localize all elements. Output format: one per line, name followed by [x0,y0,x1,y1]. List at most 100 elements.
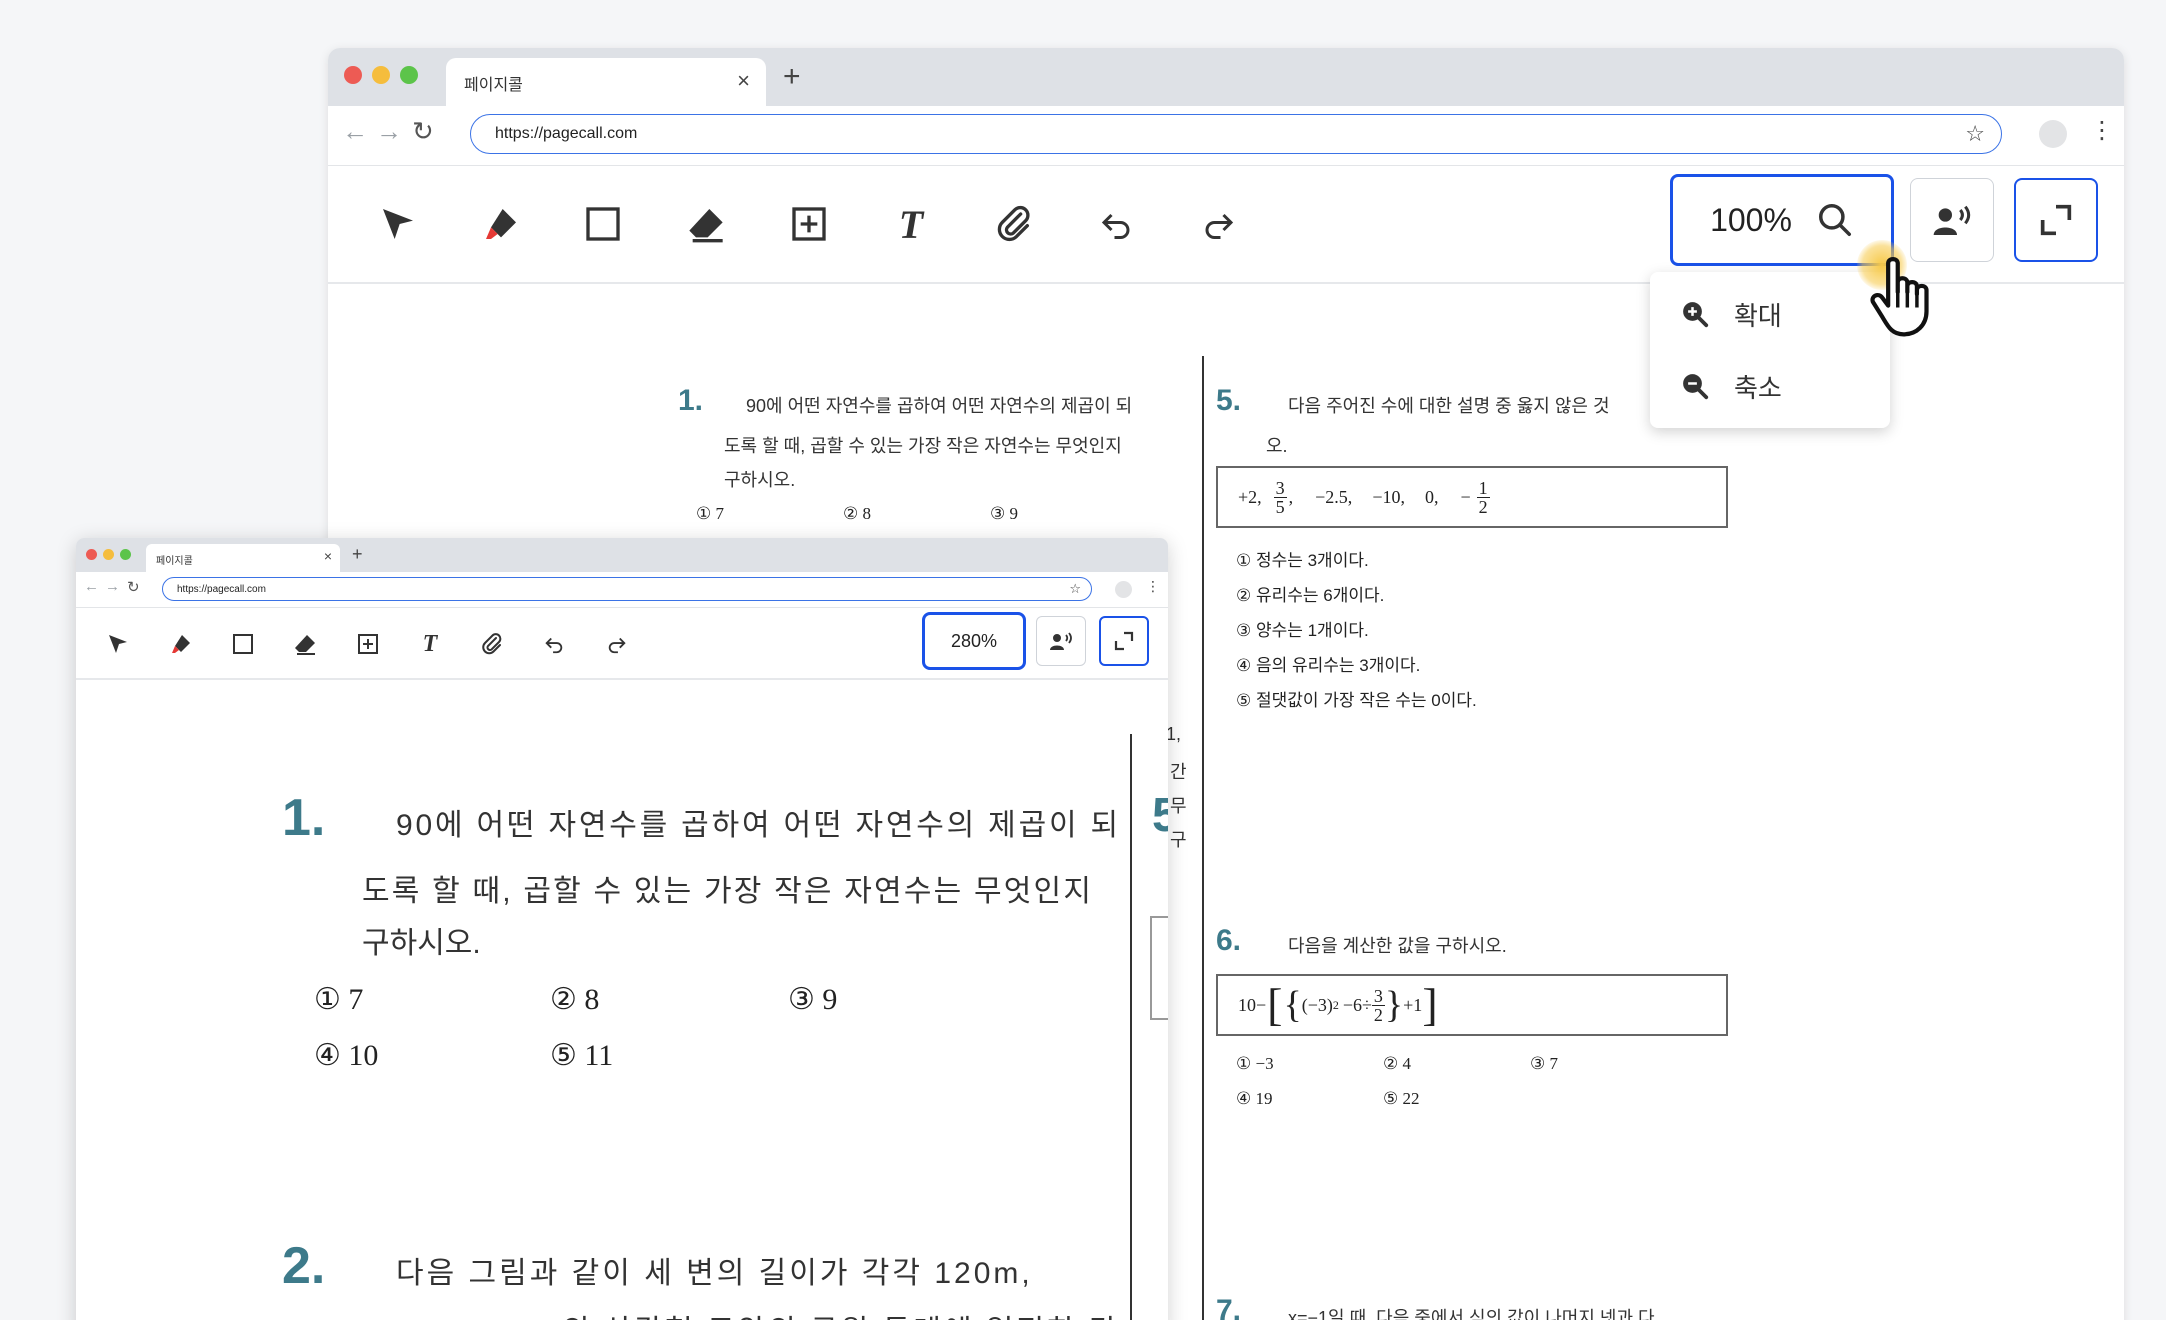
attachment-icon[interactable] [984,194,1044,254]
peek-text: 간 [1170,762,1187,782]
browser-tab[interactable]: 페이지콜 × [146,544,340,572]
add-page-icon[interactable] [779,194,839,254]
close-window-button[interactable] [86,549,97,560]
voice-button[interactable] [1036,616,1086,666]
question-number: 7. [1216,1294,1242,1320]
url-bar[interactable]: https://pagecall.com ☆ [470,114,2002,154]
answer-option[interactable]: ④ 10 [314,1038,378,1073]
close-window-button[interactable] [344,66,362,84]
peek-text: 구 [1170,830,1187,850]
question-text: 90에 어떤 자연수를 곱하여 어떤 자연수의 제곱이 되 [746,396,1133,416]
browser-menu-icon[interactable]: ⋮ [1146,578,1160,595]
answer-option[interactable]: ③ 9 [788,982,837,1017]
browser-menu-icon[interactable]: ⋮ [2090,116,2114,145]
reload-icon[interactable]: ↻ [127,578,140,596]
eraser-icon[interactable] [676,194,736,254]
answer-option[interactable]: ② 유리수는 6개이다. [1236,581,1384,606]
fullscreen-button[interactable] [1099,616,1149,666]
answer-option[interactable]: ② 8 [843,504,871,524]
address-bar-row: ← → ↻ https://pagecall.com ☆ ⋮ [76,572,1168,608]
peek-text: 무 [1170,796,1187,816]
undo-icon[interactable] [1086,194,1146,254]
add-page-icon[interactable] [350,626,386,662]
attachment-icon[interactable] [474,626,510,662]
rectangle-icon[interactable] [225,626,261,662]
zoom-out-icon [1683,374,1709,400]
answer-option[interactable]: ④ 음의 유리수는 3개이다. [1236,651,1420,676]
new-tab-button[interactable]: + [352,544,363,565]
peek-text: 1, [1166,724,1182,744]
profile-avatar[interactable] [1115,581,1132,598]
undo-icon[interactable] [536,626,572,662]
forward-arrow-icon[interactable]: → [105,578,120,595]
answer-option[interactable]: ① 7 [696,504,724,524]
question-text: 다음 주어진 수에 대한 설명 중 옳지 않은 것 [1288,396,1610,416]
answer-option[interactable]: ③ 양수는 1개이다. [1236,616,1369,641]
answer-option[interactable]: ② 8 [550,982,599,1017]
expression-box: 10− [{ (−3) 2 −6÷ 32 } +1] [1216,974,1728,1036]
zoom-in-menu-item[interactable]: 확대 [1650,282,1890,346]
rectangle-icon[interactable] [573,194,633,254]
fullscreen-button[interactable] [2014,178,2098,262]
expand-icon [2040,204,2072,236]
expand-icon [1114,631,1134,651]
front-browser-window: 페이지콜 × + ← → ↻ https://pagecall.com ☆ ⋮ [76,538,1168,1320]
maximize-window-button[interactable] [400,66,418,84]
maximize-window-button[interactable] [120,549,131,560]
profile-avatar[interactable] [2039,120,2067,148]
text-tool-icon[interactable]: T [881,194,941,254]
tab-title: 페이지콜 [156,556,193,567]
highlighter-icon[interactable] [163,626,199,662]
cursor-icon[interactable] [100,626,136,662]
answer-option[interactable]: ⑤ 11 [550,1038,613,1073]
question-text: x=−1일 때, 다음 중에서 식의 값이 나머지 넷과 다 [1288,1308,1655,1320]
answer-option[interactable]: ③ 7 [1530,1054,1558,1074]
reload-icon[interactable]: ↻ [412,116,434,147]
question-text: 90에 어떤 자연수를 곱하여 어떤 자연수의 제곱이 되 [396,809,1121,842]
window-controls [86,549,131,560]
zoom-out-menu-item[interactable]: 축소 [1650,354,1890,418]
answer-option[interactable]: ④ 19 [1236,1089,1273,1109]
question-text: 구하시오. [724,470,796,490]
answer-option[interactable]: ① 정수는 3개이다. [1236,546,1369,571]
cursor-icon[interactable] [368,194,428,254]
column-divider [1130,734,1132,1320]
minimize-window-button[interactable] [372,66,390,84]
question-number: 1. [282,789,326,847]
redo-icon[interactable] [1189,194,1249,254]
browser-tab[interactable]: 페이지콜 × [446,58,766,106]
answer-option[interactable]: ⑤ 22 [1383,1089,1420,1109]
forward-arrow-icon[interactable]: → [376,116,402,147]
zoom-control[interactable]: 280% [922,612,1026,670]
column-divider [1202,356,1204,1320]
eraser-icon[interactable] [287,626,323,662]
answer-option[interactable]: ① 7 [314,982,363,1017]
url-bar[interactable]: https://pagecall.com ☆ [162,577,1092,601]
number-set-box: +2, 35, −2.5, −10, 0, − 12 [1216,466,1728,528]
question-text: 도록 할 때, 곱할 수 있는 가장 작은 자연수는 무엇인지 [724,436,1122,456]
text-tool-icon[interactable]: T [412,626,448,662]
new-tab-button[interactable]: + [783,60,801,94]
highlighter-icon[interactable] [471,194,531,254]
answer-option[interactable]: ③ 9 [990,504,1018,524]
back-arrow-icon[interactable]: ← [342,116,368,147]
url-text: https://pagecall.com [177,584,266,595]
redo-icon[interactable] [599,626,635,662]
close-tab-icon[interactable]: × [324,548,332,564]
speaker-person-icon [1050,632,1072,650]
bookmark-star-icon[interactable]: ☆ [1965,121,1985,147]
answer-option[interactable]: ⑤ 절댓값이 가장 작은 수는 0이다. [1236,686,1477,711]
fraction: 35 [1273,477,1287,517]
question-number: 6. [1216,924,1242,957]
answer-option[interactable]: ① −3 [1236,1054,1274,1074]
zoom-dropdown-menu: 확대 축소 [1650,272,1890,428]
back-arrow-icon[interactable]: ← [84,578,99,595]
bookmark-star-icon[interactable]: ☆ [1069,581,1081,597]
zoomed-document-page: 5. 1. 90에 어떤 자연수를 곱하여 어떤 자연수의 제곱이 되 도록 할… [76,680,1168,1320]
window-controls [344,66,418,84]
answer-option[interactable]: ② 4 [1383,1054,1411,1074]
close-tab-icon[interactable]: × [737,68,750,94]
minimize-window-button[interactable] [103,549,114,560]
pointer-hand-cursor [1855,236,1965,346]
zoom-in-icon [1683,302,1709,328]
